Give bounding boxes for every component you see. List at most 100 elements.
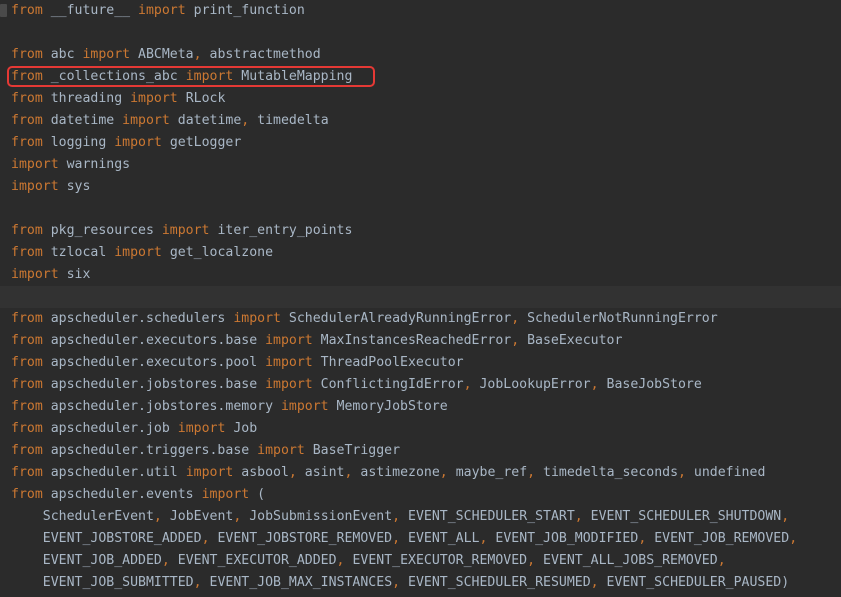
code-line-text: from apscheduler.job import Job xyxy=(11,418,257,440)
identifier-token: iter_entry_points xyxy=(209,223,353,238)
identifier-token: abc xyxy=(42,47,83,62)
punctuation-token: , xyxy=(288,465,297,480)
code-editor[interactable]: from __future__ import print_function fro… xyxy=(0,0,841,597)
code-line[interactable]: from apscheduler.jobstores.base import C… xyxy=(0,374,841,396)
code-line-text: import sys xyxy=(11,176,90,198)
code-line[interactable]: from threading import RLock xyxy=(0,88,841,110)
code-line-text: from _collections_abc import MutableMapp… xyxy=(11,66,352,88)
keyword-token: from xyxy=(11,333,43,348)
punctuation-token: , xyxy=(678,465,686,480)
keyword-token: import xyxy=(265,377,313,392)
identifier-token: Job xyxy=(225,421,258,436)
code-line[interactable]: from logging import getLogger xyxy=(0,132,841,154)
keyword-token: from xyxy=(11,3,43,18)
keyword-token: import xyxy=(114,135,162,150)
code-line[interactable]: from __future__ import print_function xyxy=(0,0,841,22)
identifier-token: timedelta xyxy=(249,113,329,128)
punctuation-token: , xyxy=(511,333,520,348)
keyword-token: import xyxy=(122,113,170,128)
keyword-token: import xyxy=(233,311,281,326)
keyword-token: from xyxy=(11,47,43,62)
code-line[interactable]: from apscheduler.executors.pool import T… xyxy=(0,352,841,374)
code-line[interactable]: from apscheduler.triggers.base import Ba… xyxy=(0,440,841,462)
identifier-token: asint xyxy=(296,465,345,480)
identifier-token: apscheduler.schedulers xyxy=(42,311,234,326)
code-line-text: from apscheduler.schedulers import Sched… xyxy=(11,308,718,330)
punctuation-token: , xyxy=(201,531,210,546)
code-line[interactable]: from apscheduler.util import asbool, asi… xyxy=(0,462,841,484)
code-line[interactable]: from _collections_abc import MutableMapp… xyxy=(0,66,841,88)
code-line[interactable]: import warnings xyxy=(0,154,841,176)
punctuation-token: , xyxy=(439,465,448,480)
punctuation-token: , xyxy=(590,575,599,590)
identifier-token: SchedulerNotRunningError xyxy=(519,311,718,326)
code-line-text: from apscheduler.jobstores.base import C… xyxy=(11,374,702,396)
keyword-token: from xyxy=(11,487,43,502)
code-line[interactable]: SchedulerEvent, JobEvent, JobSubmissionE… xyxy=(0,506,841,528)
punctuation-token: , xyxy=(161,553,170,568)
identifier-token: EVENT_SCHEDULER_PAUSED) xyxy=(598,575,790,590)
identifier-token: sys xyxy=(58,179,91,194)
keyword-token: from xyxy=(11,465,43,480)
identifier-token: JobSubmissionEvent xyxy=(241,509,393,524)
identifier-token: getLogger xyxy=(161,135,242,150)
code-line[interactable]: from apscheduler.job import Job xyxy=(0,418,841,440)
punctuation-token: , xyxy=(153,509,162,524)
identifier-token: BaseExecutor xyxy=(519,333,623,348)
punctuation-token: , xyxy=(789,531,798,546)
code-line[interactable]: EVENT_JOB_SUBMITTED, EVENT_JOB_MAX_INSTA… xyxy=(0,572,841,594)
code-line[interactable]: from datetime import datetime, timedelta xyxy=(0,110,841,132)
keyword-token: from xyxy=(11,421,43,436)
code-line[interactable] xyxy=(0,22,841,44)
code-line[interactable]: import six xyxy=(0,264,841,286)
punctuation-token: , xyxy=(392,531,401,546)
identifier-token: apscheduler.executors.pool xyxy=(42,355,266,370)
identifier-token: ( xyxy=(249,487,266,502)
code-line[interactable] xyxy=(0,286,841,308)
identifier-token: JobLookupError xyxy=(471,377,591,392)
identifier-token: EVENT_ALL xyxy=(400,531,480,546)
code-line[interactable]: EVENT_JOBSTORE_ADDED, EVENT_JOBSTORE_REM… xyxy=(0,528,841,550)
identifier-token: EVENT_JOB_SUBMITTED xyxy=(11,575,194,590)
code-line[interactable]: from tzlocal import get_localzone xyxy=(0,242,841,264)
keyword-token: from xyxy=(11,135,43,150)
keyword-token: from xyxy=(11,443,43,458)
keyword-token: import xyxy=(201,487,250,502)
code-line-text: EVENT_JOBSTORE_ADDED, EVENT_JOBSTORE_REM… xyxy=(11,528,797,550)
code-line-text: from apscheduler.events import ( xyxy=(11,484,265,506)
punctuation-token: , xyxy=(336,553,345,568)
identifier-token: MaxInstancesReachedError xyxy=(312,333,512,348)
keyword-token: from xyxy=(11,355,43,370)
identifier-token: apscheduler.util xyxy=(42,465,186,480)
code-line[interactable]: from pkg_resources import iter_entry_poi… xyxy=(0,220,841,242)
code-line[interactable]: from apscheduler.events import ( xyxy=(0,484,841,506)
identifier-token: BaseJobStore xyxy=(598,377,702,392)
identifier-token: EVENT_EXECUTOR_ADDED xyxy=(169,553,337,568)
identifier-token: threading xyxy=(42,91,131,106)
identifier-token: pkg_resources xyxy=(42,223,162,238)
identifier-token: six xyxy=(58,267,91,282)
identifier-token: ConflictingIdError xyxy=(312,377,464,392)
code-line[interactable]: from apscheduler.executors.base import M… xyxy=(0,330,841,352)
identifier-token: apscheduler.jobstores.memory xyxy=(42,399,281,414)
identifier-token: asbool xyxy=(233,465,289,480)
identifier-token: EVENT_SCHEDULER_START xyxy=(400,509,575,524)
code-line[interactable]: from apscheduler.jobstores.memory import… xyxy=(0,396,841,418)
code-line[interactable]: from apscheduler.schedulers import Sched… xyxy=(0,308,841,330)
code-line-text: import warnings xyxy=(11,154,130,176)
keyword-token: import xyxy=(114,245,162,260)
code-line[interactable]: from abc import ABCMeta, abstractmethod xyxy=(0,44,841,66)
code-line-text: from abc import ABCMeta, abstractmethod xyxy=(11,44,321,66)
identifier-token: astimezone xyxy=(352,465,440,480)
code-line[interactable]: import sys xyxy=(0,176,841,198)
code-line[interactable]: EVENT_JOB_ADDED, EVENT_EXECUTOR_ADDED, E… xyxy=(0,550,841,572)
identifier-token: get_localzone xyxy=(161,245,274,260)
punctuation-token: , xyxy=(463,377,472,392)
keyword-token: import xyxy=(11,179,59,194)
keyword-token: import xyxy=(138,3,186,18)
punctuation-token: , xyxy=(527,553,536,568)
code-line[interactable] xyxy=(0,198,841,220)
identifier-token: ThreadPoolExecutor xyxy=(312,355,464,370)
identifier-token: apscheduler.events xyxy=(42,487,202,502)
code-line-text: import six xyxy=(11,264,90,286)
